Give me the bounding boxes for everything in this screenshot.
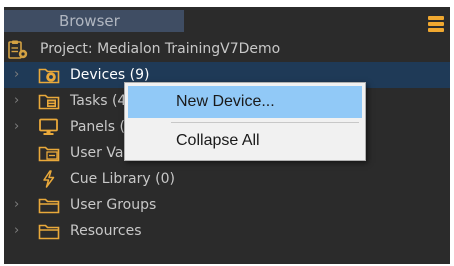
context-menu: New Device... Collapse All — [124, 82, 366, 161]
tree-item-label: User Groups — [70, 197, 157, 213]
lightning-icon — [38, 170, 60, 188]
project-icon — [8, 40, 30, 59]
folder-gear-icon — [38, 66, 60, 84]
tree-item-label: Resources — [70, 223, 142, 239]
chevron-right-icon[interactable]: › — [14, 93, 28, 109]
folder-icon — [38, 196, 60, 214]
project-label: Project: Medialon TrainingV7Demo — [40, 41, 281, 57]
tree-item-user-groups[interactable]: › User Groups — [4, 192, 450, 218]
hamburger-menu-icon[interactable] — [428, 16, 444, 32]
monitor-icon — [38, 118, 60, 136]
folder-icon — [38, 222, 60, 240]
tree-item-label: Cue Library (0) — [70, 171, 175, 187]
tree-item-project[interactable]: Project: Medialon TrainingV7Demo — [4, 36, 450, 62]
tab-strip: Browser — [4, 7, 450, 32]
tree-item-resources[interactable]: › Resources — [4, 218, 450, 244]
chevron-right-icon[interactable]: › — [14, 197, 28, 213]
tree-item-cue-library[interactable]: Cue Library (0) — [4, 166, 450, 192]
new-device-menu-item[interactable]: New Device... — [128, 86, 362, 118]
collapse-all-menu-item[interactable]: Collapse All — [128, 125, 362, 157]
chevron-right-icon[interactable]: › — [14, 119, 28, 135]
folder-tasks-icon — [38, 92, 60, 110]
tree-item-label: Tasks (4) — [70, 93, 132, 109]
chevron-right-icon[interactable]: › — [14, 67, 28, 83]
tab-browser[interactable]: Browser — [4, 10, 184, 32]
chevron-right-icon[interactable]: › — [14, 223, 28, 239]
folder-variables-icon — [38, 144, 60, 162]
menu-separator — [171, 122, 359, 123]
